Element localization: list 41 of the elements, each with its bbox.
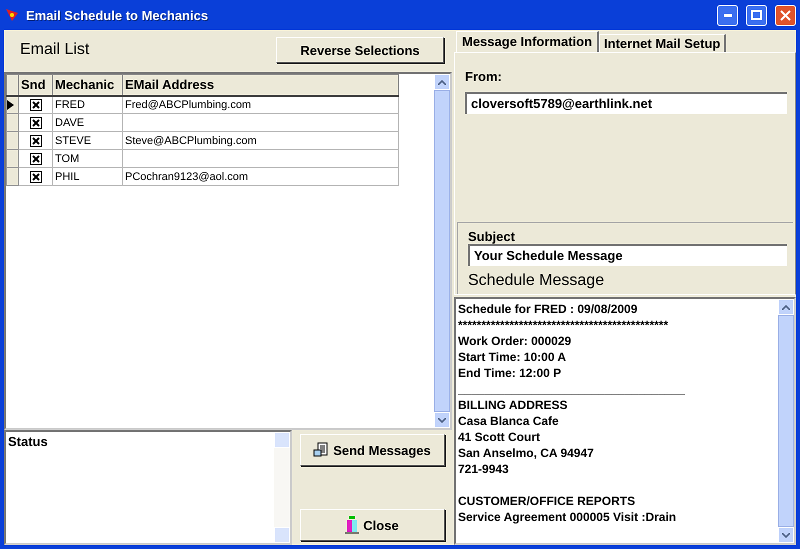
column-header[interactable]: Mechanic: [52, 74, 122, 96]
mechanic-cell: PHIL: [52, 168, 122, 186]
send-checkbox[interactable]: [30, 116, 42, 128]
send-checkbox[interactable]: [30, 152, 42, 164]
tab[interactable]: Internet Mail Setup: [599, 34, 726, 52]
status-text: Status: [7, 433, 49, 451]
subject-label: Subject: [468, 229, 516, 244]
subject-field[interactable]: Your Schedule Message: [468, 244, 787, 266]
from-label: From:: [465, 68, 503, 84]
email-cell: Fred@ABCPlumbing.com: [122, 96, 398, 114]
scrollbar[interactable]: [434, 74, 450, 428]
reverse-selections-button[interactable]: Reverse Selections: [276, 37, 444, 63]
email-cell: PCochran9123@aol.com: [122, 168, 398, 186]
mechanic-cell: FRED: [52, 96, 122, 114]
document-icon: [313, 442, 330, 458]
send-checkbox[interactable]: [30, 170, 42, 182]
mechanic-cell: STEVE: [52, 132, 122, 150]
column-header[interactable]: EMail Address: [122, 74, 398, 96]
mechanic-cell: TOM: [52, 150, 122, 168]
from-field[interactable]: cloversoft5789@earthlink.net: [465, 92, 787, 114]
scrollbar[interactable]: [778, 299, 794, 543]
minimize-icon: [724, 14, 732, 16]
tab[interactable]: Message Information: [456, 30, 600, 52]
window-title: Email Schedule to Mechanics: [26, 8, 210, 22]
app-icon: [4, 7, 20, 23]
close-icon[interactable]: [775, 4, 796, 26]
minimize-button[interactable]: [717, 4, 738, 26]
door-icon: [345, 516, 360, 534]
maximize-icon: [751, 10, 762, 20]
send-checkbox[interactable]: [30, 98, 42, 111]
row-pointer-icon: [7, 100, 14, 110]
email-cell: Steve@ABCPlumbing.com: [122, 132, 398, 150]
status-box[interactable]: Status: [4, 430, 292, 545]
send-messages-button[interactable]: Send Messages: [300, 434, 444, 466]
close-button[interactable]: Close: [300, 509, 444, 541]
maximize-button[interactable]: [746, 4, 767, 26]
send-checkbox[interactable]: [30, 134, 42, 146]
email-list-title: Email List: [20, 41, 90, 59]
schedule-message-title: Schedule Message: [468, 272, 606, 290]
column-header[interactable]: Snd: [18, 74, 52, 96]
mechanic-cell: DAVE: [52, 114, 122, 132]
